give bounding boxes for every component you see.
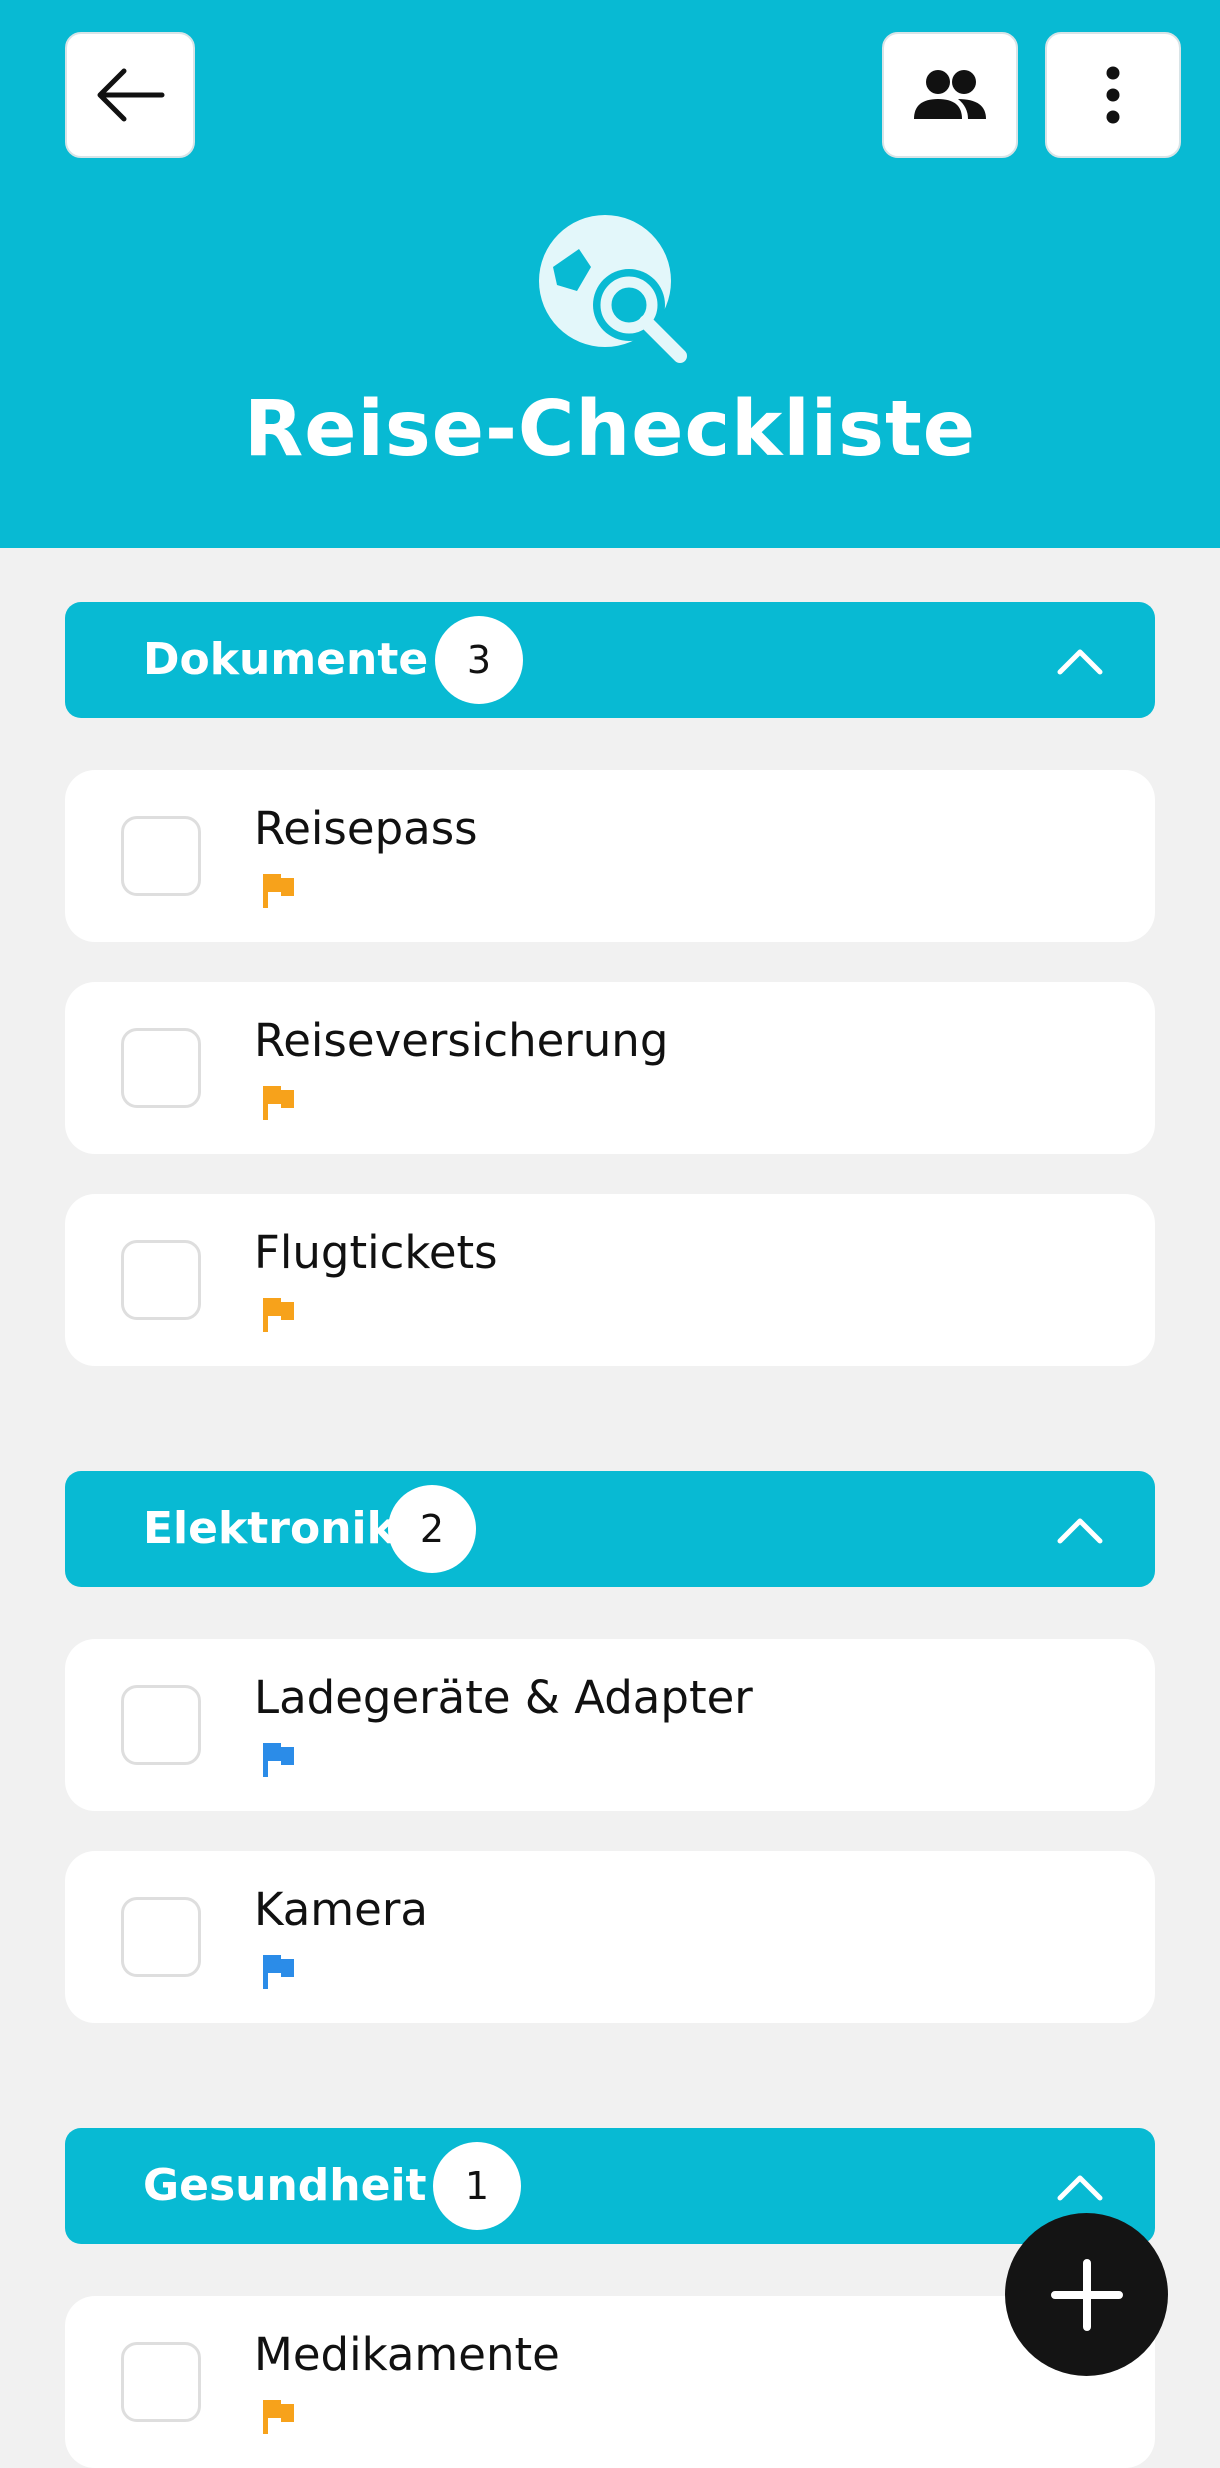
item-checkbox[interactable] — [121, 1028, 201, 1108]
item-checkbox[interactable] — [121, 1685, 201, 1765]
item-checkbox[interactable] — [121, 1240, 201, 1320]
priority-flag-icon — [263, 874, 294, 908]
list-item[interactable]: Reisepass — [65, 770, 1155, 942]
item-label: Kamera — [254, 1883, 428, 1936]
category-count-badge: 2 — [388, 1485, 476, 1573]
priority-flag-icon — [263, 1298, 294, 1332]
globe-search-icon — [539, 215, 687, 363]
item-label: Medikamente — [254, 2328, 560, 2381]
chevron-up-icon[interactable] — [1055, 1507, 1105, 1551]
people-icon — [914, 70, 986, 119]
list-item[interactable]: Kamera — [65, 1851, 1155, 2023]
priority-flag-icon — [263, 1086, 294, 1120]
chevron-up-icon[interactable] — [1055, 2164, 1105, 2208]
category-label: Gesundheit — [143, 2160, 427, 2211]
checklist: Dokumente 3 Reisepass Reiseversicherung … — [65, 602, 1155, 2468]
list-item[interactable]: Flugtickets — [65, 1194, 1155, 1366]
priority-flag-icon — [263, 2400, 294, 2434]
priority-flag-icon — [263, 1955, 294, 1989]
category-label: Dokumente — [143, 634, 429, 685]
add-item-button[interactable] — [1005, 2213, 1168, 2376]
page-title: Reise-Checkliste — [244, 385, 976, 474]
item-label: Ladegeräte & Adapter — [254, 1671, 753, 1724]
back-button[interactable] — [65, 32, 195, 158]
category-count-badge: 1 — [433, 2142, 521, 2230]
priority-flag-icon — [263, 1743, 294, 1777]
list-item[interactable]: Reiseversicherung — [65, 982, 1155, 1154]
item-checkbox[interactable] — [121, 2342, 201, 2422]
plus-icon — [1050, 2258, 1123, 2331]
category-header-gesundheit[interactable]: Gesundheit 1 — [65, 2128, 1155, 2244]
list-item[interactable]: Ladegeräte & Adapter — [65, 1639, 1155, 1811]
item-label: Flugtickets — [254, 1226, 498, 1279]
item-checkbox[interactable] — [121, 1897, 201, 1977]
more-options-button[interactable] — [1045, 32, 1181, 158]
list-item[interactable]: Medikamente — [65, 2296, 1155, 2468]
item-label: Reisepass — [254, 802, 478, 855]
header: Reise-Checkliste — [0, 0, 1220, 548]
share-people-button[interactable] — [882, 32, 1018, 158]
item-checkbox[interactable] — [121, 816, 201, 896]
arrow-left-icon — [97, 68, 165, 122]
category-label: Elektronik — [143, 1503, 396, 1554]
category-header-dokumente[interactable]: Dokumente 3 — [65, 602, 1155, 718]
category-header-elektronik[interactable]: Elektronik 2 — [65, 1471, 1155, 1587]
more-vertical-icon — [1106, 66, 1120, 124]
category-count-badge: 3 — [435, 616, 523, 704]
chevron-up-icon[interactable] — [1055, 638, 1105, 682]
item-label: Reiseversicherung — [254, 1014, 669, 1067]
